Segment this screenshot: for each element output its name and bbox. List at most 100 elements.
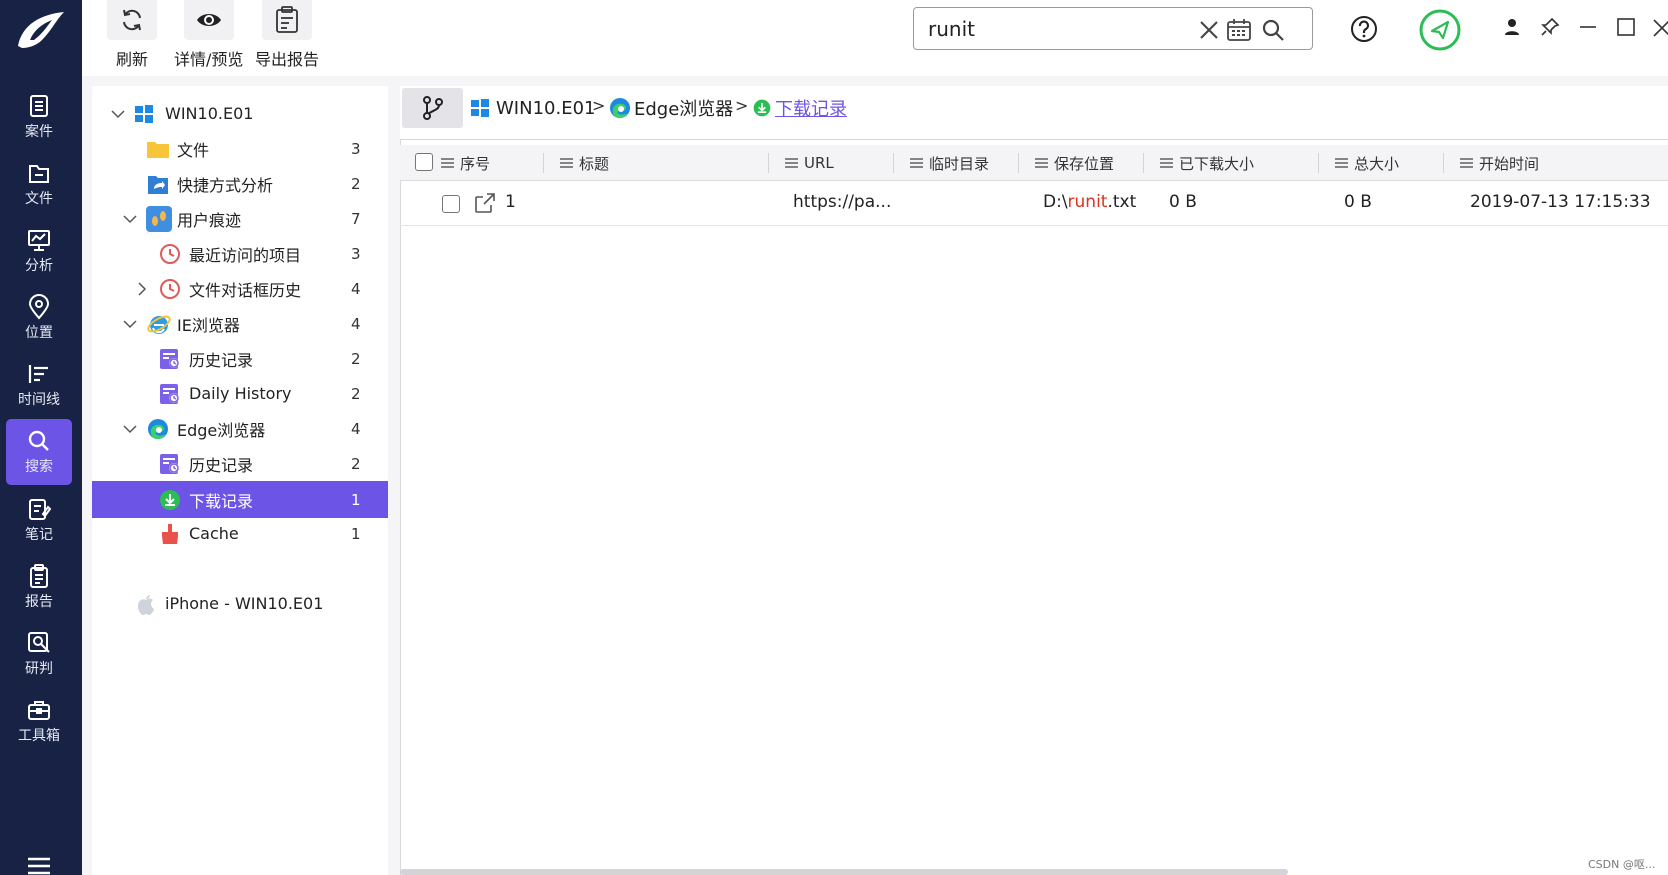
tree-item-iphone[interactable]: iPhone - WIN10.E01	[92, 586, 388, 621]
tree-item-edge-history[interactable]: 历史记录 2	[92, 446, 388, 481]
nav-item-toolbox[interactable]: 工具箱	[6, 688, 72, 754]
nav-item-label: 案件	[25, 124, 53, 140]
tree-item-edge[interactable]: Edge浏览器 4	[92, 411, 388, 446]
tree-item-ie-history[interactable]: 历史记录 2	[92, 341, 388, 376]
status-icon[interactable]	[1418, 8, 1462, 52]
column-separator[interactable]	[543, 153, 544, 173]
column-header-title[interactable]: 标题	[560, 145, 609, 181]
tree-item-count: 3	[351, 139, 361, 158]
chevron-down-icon[interactable]	[122, 211, 138, 227]
nav-item-label: 工具箱	[18, 728, 60, 744]
tree-item-cache[interactable]: Cache 1	[92, 516, 388, 551]
tree-item-user-traces[interactable]: 用户痕迹 7	[92, 201, 388, 236]
calendar-icon[interactable]	[1226, 17, 1252, 43]
folder-icon	[147, 141, 169, 158]
column-header-total-size[interactable]: 总大小	[1335, 145, 1399, 181]
maximize-icon[interactable]	[1616, 17, 1636, 37]
tree-item-win10[interactable]: WIN10.E01	[92, 96, 388, 131]
nav-item-search[interactable]: 搜索	[6, 419, 72, 485]
tree-item-label: iPhone - WIN10.E01	[165, 594, 324, 613]
clear-icon[interactable]	[1196, 17, 1222, 43]
tree-item-files[interactable]: 文件 3	[92, 131, 388, 166]
nav-item-file[interactable]: 文件	[6, 151, 72, 217]
column-header-start-time[interactable]: 开始时间	[1460, 145, 1539, 181]
column-header-downloaded-size[interactable]: 已下载大小	[1160, 145, 1254, 181]
tree-item-downloads[interactable]: 下载记录 1	[92, 481, 388, 518]
column-header-save-location[interactable]: 保存位置	[1035, 145, 1114, 181]
search-icon[interactable]	[1260, 17, 1286, 43]
nav-item-label: 分析	[25, 258, 53, 274]
chevron-down-icon[interactable]	[122, 421, 138, 437]
close-icon[interactable]	[1652, 17, 1668, 37]
tree-item-label: 快捷方式分析	[177, 175, 274, 195]
export-report-button[interactable]: 导出报告	[255, 0, 319, 70]
nav-item-label: 报告	[25, 594, 53, 610]
pin-icon[interactable]	[1540, 17, 1560, 37]
cell-url: https://pa...	[793, 192, 892, 212]
download-icon	[753, 99, 771, 117]
results-table	[400, 139, 1668, 875]
column-menu-icon	[910, 158, 923, 168]
nav-rail: 案件 文件 分析 位置 时间线 搜索 笔记 报告 研判 工具箱	[0, 0, 82, 875]
tree-item-label: Edge浏览器	[177, 420, 266, 440]
column-header-url[interactable]: URL	[785, 145, 834, 181]
search-input[interactable]	[928, 16, 1198, 42]
breadcrumb-item-downloads[interactable]: 下载记录	[752, 94, 847, 122]
nav-item-location[interactable]: 位置	[6, 285, 72, 351]
tree-item-file-dialog[interactable]: 文件对话框历史 4	[92, 271, 388, 306]
tree-item-ie[interactable]: IE浏览器 4	[92, 306, 388, 341]
help-icon[interactable]	[1350, 15, 1378, 43]
nav-item-timeline[interactable]: 时间线	[6, 352, 72, 418]
branch-button[interactable]	[402, 88, 463, 128]
chevron-down-icon[interactable]	[122, 316, 138, 332]
tree-item-daily-history[interactable]: Daily History 2	[92, 376, 388, 411]
apple-icon	[138, 594, 154, 615]
menu-icon[interactable]	[26, 855, 52, 875]
refresh-button[interactable]: 刷新	[107, 0, 157, 70]
history-icon	[160, 348, 179, 369]
tree-item-count: 2	[351, 384, 361, 403]
column-header-index[interactable]: 序号	[441, 145, 490, 181]
column-header-label: 保存位置	[1054, 154, 1115, 173]
column-header-label: 标题	[579, 154, 610, 173]
nav-item-analysis[interactable]: 分析	[6, 218, 72, 284]
nav-item-judgement[interactable]: 研判	[6, 621, 72, 687]
nav-item-case[interactable]: 案件	[6, 84, 72, 150]
column-separator[interactable]	[768, 153, 769, 173]
breadcrumb-separator: >	[735, 96, 749, 115]
column-menu-icon	[1335, 158, 1348, 168]
export-report-icon	[276, 6, 298, 33]
user-icon[interactable]	[1502, 17, 1522, 37]
horizontal-scrollbar[interactable]	[400, 869, 1288, 875]
cell-save-location: D:\runit.txt	[1043, 192, 1136, 212]
column-separator[interactable]	[1143, 153, 1144, 173]
judgement-icon	[28, 632, 50, 653]
minimize-icon[interactable]	[1578, 17, 1598, 37]
chevron-right-icon[interactable]	[134, 281, 150, 297]
row-checkbox[interactable]	[442, 195, 460, 213]
nav-item-notes[interactable]: 笔记	[6, 487, 72, 553]
search-match-highlight: runit	[1067, 192, 1108, 212]
breadcrumb-item-edge[interactable]: Edge浏览器	[608, 94, 733, 122]
tree-item-recent[interactable]: 最近访问的项目 3	[92, 236, 388, 271]
windows-icon	[135, 104, 153, 123]
nav-item-label: 研判	[25, 661, 53, 677]
column-separator[interactable]	[1018, 153, 1019, 173]
chevron-down-icon[interactable]	[110, 106, 126, 122]
windows-icon	[471, 99, 489, 117]
tree-item-shortcut[interactable]: 快捷方式分析 2	[92, 166, 388, 201]
column-separator[interactable]	[1318, 153, 1319, 173]
case-icon	[30, 95, 48, 117]
column-separator[interactable]	[893, 153, 894, 173]
column-separator[interactable]	[1443, 153, 1444, 173]
ie-icon	[147, 315, 171, 334]
breadcrumb-item-win10[interactable]: WIN10.E01	[470, 94, 595, 122]
clock-icon	[160, 278, 180, 299]
detail-preview-button[interactable]: 详情/预览	[174, 0, 243, 70]
nav-item-report[interactable]: 报告	[6, 554, 72, 620]
edge-icon	[610, 98, 630, 118]
select-all-checkbox[interactable]	[415, 153, 433, 171]
toolbox-icon	[28, 701, 50, 720]
column-header-temp-dir[interactable]: 临时目录	[910, 145, 989, 181]
open-external-icon[interactable]	[473, 191, 497, 215]
